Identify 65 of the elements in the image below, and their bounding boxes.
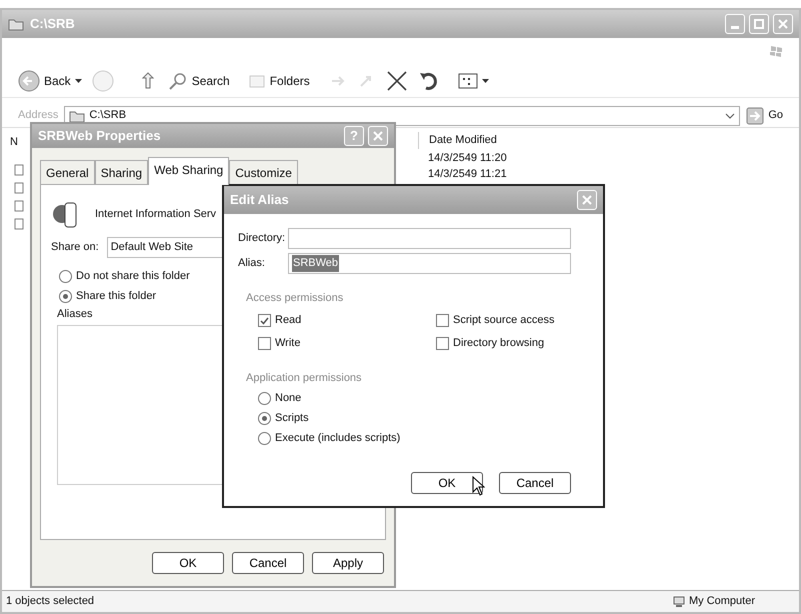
radio-button[interactable] [258, 412, 271, 424]
field-label: Directory: [238, 231, 286, 246]
checkbox-option[interactable]: Read [258, 310, 436, 330]
dropdown-icon [725, 112, 736, 118]
share-on-label: Share on: [51, 240, 99, 256]
tab[interactable]: Customize [229, 160, 298, 185]
dialog-button[interactable]: Cancel [499, 472, 571, 494]
window-title: C:\SRB [30, 15, 75, 34]
file-icon [14, 200, 24, 212]
windows-logo-icon [769, 44, 783, 58]
radio-option[interactable]: Execute (includes scripts) [258, 428, 571, 448]
tab[interactable]: Web Sharing [148, 157, 230, 185]
maximize-icon [754, 19, 764, 29]
dialog-button[interactable]: Apply [312, 552, 384, 574]
views-icon [458, 72, 478, 90]
checkbox[interactable] [436, 314, 449, 327]
status-text: My Computer [688, 594, 755, 610]
search-icon [168, 70, 188, 90]
views-button[interactable] [458, 72, 489, 90]
radio-option[interactable]: None [258, 388, 571, 408]
aliases-label: Aliases [57, 307, 92, 322]
dialog-title: SRBWeb Properties [38, 127, 161, 146]
radio-option[interactable]: Scripts [258, 408, 571, 428]
text-field[interactable] [288, 228, 571, 249]
dialog-button[interactable]: Cancel [232, 552, 304, 574]
dialog-button[interactable]: OK [152, 552, 224, 574]
tab[interactable]: Sharing [94, 160, 148, 185]
date-cell-text: 14/3/2549 11:20 [428, 151, 507, 166]
computer-icon [672, 596, 685, 608]
back-button[interactable]: Back [18, 70, 82, 92]
checkbox-option[interactable]: Script source access [436, 310, 571, 330]
checkmark-icon [260, 316, 269, 325]
group-label: Application permissions [246, 370, 363, 386]
go-button[interactable]: Go [746, 106, 783, 124]
caret-icon [482, 78, 489, 82]
service-label: Internet Information Serv [95, 206, 216, 222]
radio-button[interactable] [258, 392, 271, 404]
delete-icon[interactable] [386, 70, 408, 92]
status-text: 1 objects selected [6, 594, 94, 610]
radio-button[interactable] [258, 432, 271, 444]
caret-icon [74, 78, 82, 82]
dialog-title: Edit Alias [230, 191, 289, 210]
checkbox-option[interactable]: Write [258, 334, 436, 354]
folders-button[interactable]: Folders [248, 72, 310, 90]
file-icon [14, 164, 24, 176]
tab[interactable]: General [40, 160, 95, 185]
checkbox-option[interactable]: Directory browsing [436, 334, 571, 354]
date-cell-text: 14/3/2549 11:21 [428, 167, 507, 182]
checkbox[interactable] [258, 337, 271, 350]
dialog-button[interactable]: OK [411, 472, 483, 494]
search-button[interactable]: Search [168, 70, 230, 90]
file-icon [14, 182, 24, 194]
column-header[interactable]: Date Modified [418, 132, 798, 148]
file-icon [14, 218, 24, 230]
checkbox[interactable] [436, 337, 449, 350]
address-label: Address [18, 108, 58, 124]
minimize-icon [731, 26, 739, 29]
field-label: Alias: [238, 256, 266, 272]
radio-button[interactable] [59, 290, 72, 302]
column-header[interactable]: N [10, 134, 18, 150]
checkbox[interactable] [258, 314, 271, 327]
radio-button[interactable] [59, 270, 72, 282]
mouse-cursor-icon [472, 476, 485, 496]
group-label: Access permissions [246, 291, 344, 306]
text-field[interactable]: SRBWeb [288, 253, 571, 274]
